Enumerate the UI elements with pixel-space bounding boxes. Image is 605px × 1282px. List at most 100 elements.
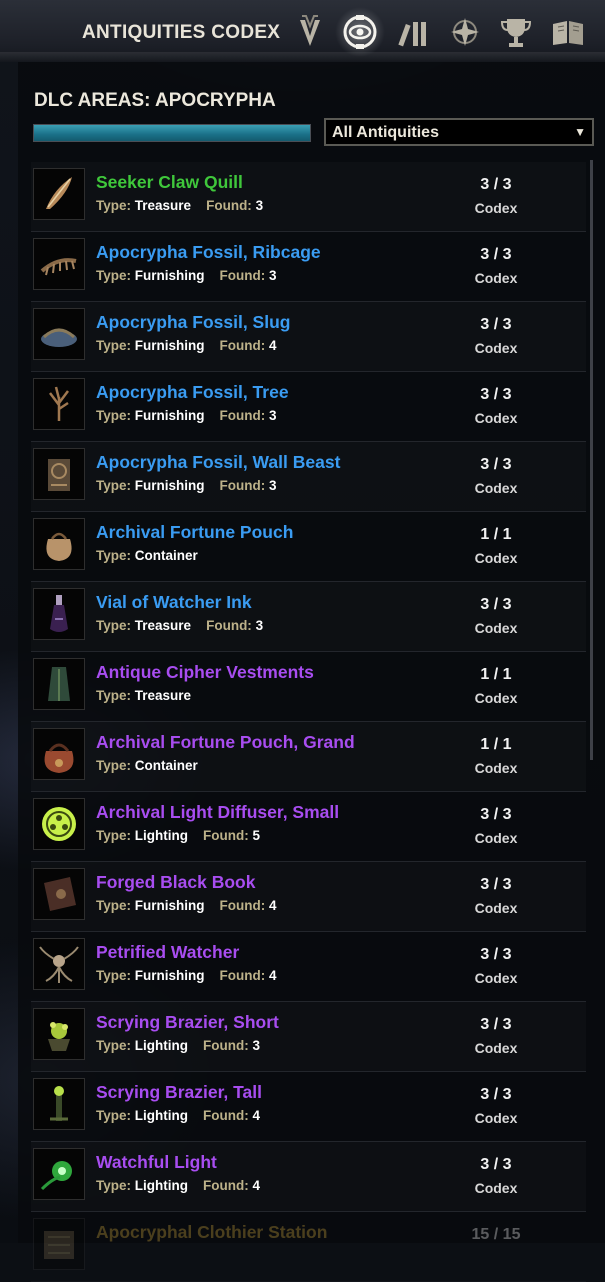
antiquity-row[interactable]: Antique Cipher Vestments Type: Treasure 1 …	[31, 652, 586, 722]
codex-count: 3 / 3	[480, 1086, 512, 1103]
type-label: Type:	[96, 898, 132, 913]
watcher-icon	[33, 938, 85, 990]
area-progress-fill	[34, 125, 310, 141]
type-label: Type:	[96, 478, 132, 493]
found-value: 3	[269, 268, 277, 283]
antiquity-meta: Type: Treasure	[96, 688, 191, 703]
codex-count: 1 / 1	[480, 526, 512, 543]
codex-label: Codex	[474, 900, 518, 916]
area-title: DLC AREAS: APOCRYPHA	[34, 90, 276, 111]
antiquity-row[interactable]: Petrified Watcher Type: Furnishing Found: …	[31, 932, 586, 1002]
found-label: Found:	[219, 968, 266, 983]
codex-label: Codex	[474, 410, 518, 426]
codex-label: Codex	[474, 1040, 518, 1056]
vanguard-icon[interactable]	[292, 12, 328, 52]
antiquity-name: Scrying Brazier, Short	[96, 1012, 279, 1032]
found-value: 3	[252, 1038, 261, 1053]
list-scrollbar[interactable]	[590, 160, 593, 760]
antiquity-name: Apocryphal Clothier Station	[96, 1222, 328, 1242]
antiquities-eye-icon[interactable]	[334, 4, 386, 60]
antiquity-row[interactable]: Apocrypha Fossil, Ribcage Type: Furnishin…	[31, 232, 586, 302]
codex-label: Codex	[474, 480, 518, 496]
filter-selected-label: All Antiquities	[332, 124, 439, 141]
antiquity-row[interactable]: Watchful Light Type: Lighting Found: 4 3 / …	[31, 1142, 586, 1212]
codex-title: ANTIQUITIES CODEX	[82, 22, 281, 43]
type-label: Type:	[96, 828, 132, 843]
antiquity-row[interactable]: Archival Fortune Pouch, Grand Type: Conta…	[31, 722, 586, 792]
antiquity-meta: Type: Treasure Found: 3	[96, 618, 263, 633]
codex-count: 3 / 3	[480, 386, 512, 403]
found-label: Found:	[203, 828, 249, 843]
found-value: 5	[252, 828, 261, 843]
type-value: Furnishing	[134, 898, 205, 913]
book-icon[interactable]	[550, 12, 586, 52]
type-value: Furnishing	[134, 968, 205, 983]
chevron-down-icon: ▼	[574, 125, 586, 139]
type-label: Type:	[96, 1178, 132, 1193]
antiquity-row[interactable]: Scrying Brazier, Short Type: Lighting Foun…	[31, 1002, 586, 1072]
antiquity-row[interactable]: Forged Black Book Type: Furnishing Found: …	[31, 862, 586, 932]
antiquity-name: Apocrypha Fossil, Tree	[96, 382, 289, 402]
antiquity-name: Archival Light Diffuser, Small	[96, 802, 340, 822]
type-value: Treasure	[134, 198, 192, 213]
found-value: 3	[269, 408, 277, 423]
found-label: Found:	[219, 408, 266, 423]
codex-count: 1 / 1	[480, 666, 512, 683]
type-label: Type:	[96, 268, 132, 283]
antiquity-name: Scrying Brazier, Tall	[96, 1082, 262, 1102]
vial-icon	[33, 588, 85, 640]
area-progress-bar	[33, 124, 311, 142]
type-value: Container	[134, 758, 198, 773]
antiquity-row[interactable]: Vial of Watcher Ink Type: Treasure Found: …	[31, 582, 586, 652]
antiquity-row[interactable]: Apocrypha Fossil, Tree Type: Furnishing Fo…	[31, 372, 586, 442]
found-label: Found:	[219, 338, 266, 353]
antiquity-row[interactable]: Scrying Brazier, Tall Type: Lighting Found…	[31, 1072, 586, 1142]
antiquity-row[interactable]: Archival Light Diffuser, Small Type: Ligh…	[31, 792, 586, 862]
antiquity-name: Forged Black Book	[96, 872, 256, 892]
type-label: Type:	[96, 198, 132, 213]
antiquity-name: Petrified Watcher	[96, 942, 240, 962]
antiquity-row[interactable]: Archival Fortune Pouch Type: Container 1 /…	[31, 512, 586, 582]
antiquity-name: Apocrypha Fossil, Wall Beast	[96, 452, 341, 472]
codex-count: 3 / 3	[480, 1016, 512, 1033]
type-value: Treasure	[134, 618, 192, 633]
antiquity-row[interactable]: Seeker Claw Quill Type: Treasure Found: 3 3…	[31, 162, 586, 232]
antiquity-meta: Type: Lighting Found: 4	[96, 1178, 260, 1193]
found-label: Found:	[203, 1178, 249, 1193]
type-label: Type:	[96, 338, 132, 353]
antiquity-row[interactable]: Apocrypha Fossil, Wall Beast Type: Furnis…	[31, 442, 586, 512]
antiquity-filter-dropdown[interactable]: All Antiquities ▼	[324, 118, 594, 146]
type-label: Type:	[96, 968, 132, 983]
type-label: Type:	[96, 548, 132, 563]
type-label: Type:	[96, 688, 132, 703]
compass-star-icon[interactable]	[447, 12, 483, 52]
trophy-icon[interactable]	[498, 12, 534, 52]
type-value: Lighting	[134, 1038, 189, 1053]
antiquity-row[interactable]: Apocryphal Clothier Station 15 / 15	[31, 1212, 586, 1282]
antiquity-meta: Type: Furnishing Found: 3	[96, 478, 277, 493]
antiquity-meta: Type: Lighting Found: 5	[96, 828, 260, 843]
type-value: Furnishing	[134, 338, 205, 353]
tree-fossil-icon	[33, 378, 85, 430]
found-value: 3	[255, 618, 264, 633]
codex-count: 3 / 3	[480, 456, 512, 473]
type-label: Type:	[96, 758, 132, 773]
found-label: Found:	[203, 1108, 249, 1123]
type-label: Type:	[96, 1108, 132, 1123]
codex-label: Codex	[474, 830, 518, 846]
light-diffuser-icon	[33, 798, 85, 850]
codex-count: 3 / 3	[480, 946, 512, 963]
pouch-icon	[33, 518, 85, 570]
codex-label: Codex	[474, 340, 518, 356]
top-bar: ANTIQUITIES CODEX	[0, 0, 605, 62]
type-label: Type:	[96, 1038, 132, 1053]
collections-icon[interactable]	[396, 12, 432, 52]
antiquity-meta: Type: Treasure Found: 3	[96, 198, 263, 213]
codex-label: Codex	[474, 1180, 518, 1196]
found-value: 4	[269, 968, 277, 983]
type-value: Furnishing	[134, 408, 205, 423]
antiquity-row[interactable]: Apocrypha Fossil, Slug Type: Furnishing Fo…	[31, 302, 586, 372]
codex-count: 15 / 15	[471, 1226, 521, 1243]
codex-count: 3 / 3	[480, 246, 512, 263]
codex-label: Codex	[474, 550, 518, 566]
